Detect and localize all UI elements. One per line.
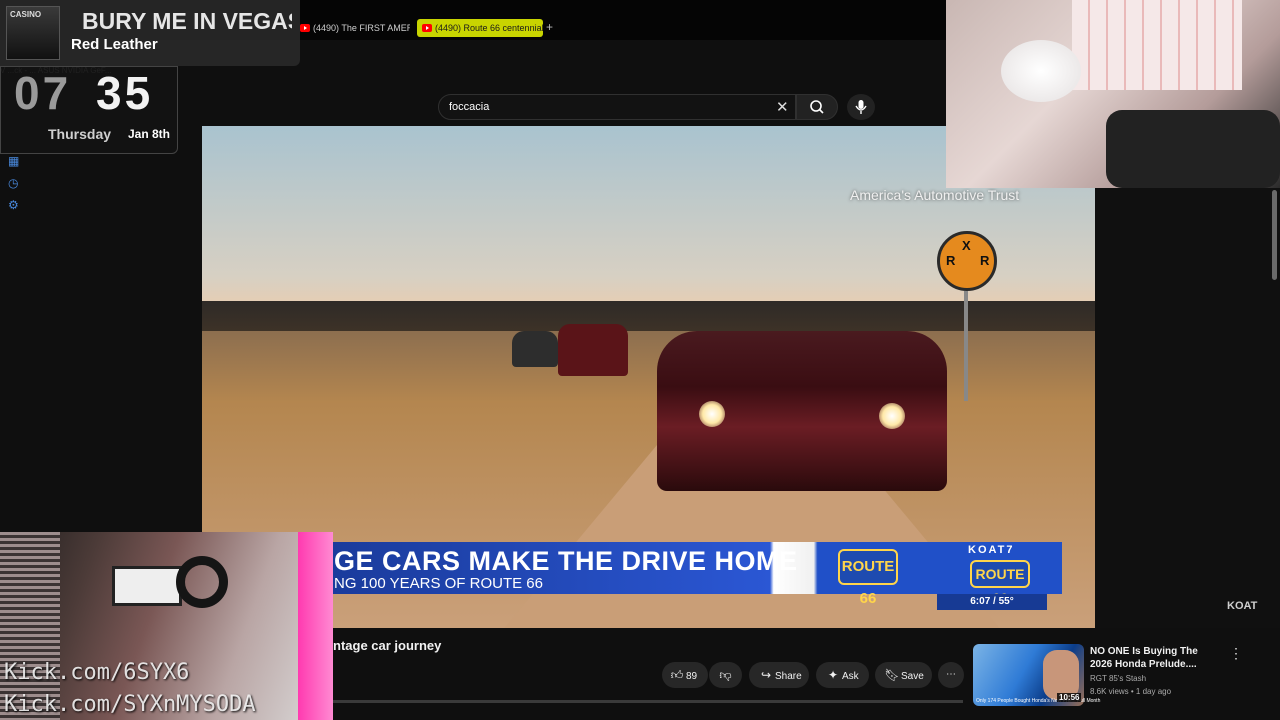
search-icon xyxy=(810,100,824,114)
tree-line xyxy=(202,301,1095,331)
more-menu-icon[interactable]: ⋮ xyxy=(1229,645,1243,662)
save-button[interactable]: 🔖︎Save xyxy=(875,662,932,688)
album-art: CASINO xyxy=(6,6,60,60)
webcam-overlay-bottom: Kick.com/6SYX6 Kick.com/SYXnMYSODA xyxy=(0,532,333,720)
search-button[interactable] xyxy=(796,94,838,120)
webcam-overlay-top xyxy=(946,0,1280,188)
car-mustang xyxy=(657,331,947,491)
dislike-button[interactable]: 👎︎ xyxy=(709,662,742,688)
like-button[interactable]: 👍︎ 89 xyxy=(662,662,708,688)
route66-logo: ROUTE 66 xyxy=(838,549,898,607)
clock-minutes: 35 xyxy=(96,67,154,119)
gear-icon[interactable]: ⚙ xyxy=(8,199,20,211)
headlight-left xyxy=(699,401,725,427)
youtube-icon xyxy=(300,24,310,32)
microphone-icon xyxy=(855,100,867,114)
pink-edge xyxy=(298,532,333,720)
container-lid xyxy=(1001,40,1081,102)
share-button[interactable]: ↪ Share xyxy=(749,662,809,688)
route66-logo-secondary: ROUTE 66 xyxy=(970,560,1030,606)
car-middle xyxy=(558,324,628,376)
steering-wheel xyxy=(176,556,228,608)
sign-post xyxy=(964,291,968,401)
clock-day: Thursday xyxy=(48,126,112,142)
video-title: ntage car journey xyxy=(333,638,442,653)
voice-search-button[interactable] xyxy=(847,94,875,120)
desk-pad xyxy=(1072,0,1242,90)
share-icon: ↪ xyxy=(760,668,772,682)
kick-link-1: Kick.com/6SYX6 xyxy=(4,660,190,685)
scrollbar[interactable] xyxy=(1272,190,1277,280)
station-bug: KOAT xyxy=(1227,600,1258,612)
ask-button[interactable]: ✦ Ask xyxy=(816,662,869,688)
more-actions-button[interactable]: ⋯ xyxy=(938,662,964,688)
headlight-right xyxy=(879,403,905,429)
side-panel xyxy=(1095,188,1280,628)
sparkle-icon: ✦ xyxy=(827,668,839,682)
desk-object xyxy=(1106,110,1280,188)
tab-first-american[interactable]: (4490) The FIRST AMERIC xyxy=(295,19,410,37)
recommended-meta: 8.6K views • 1 day ago xyxy=(1090,687,1172,696)
railroad-crossing-sign: R X R xyxy=(937,231,997,291)
monitor xyxy=(112,566,182,606)
thumbs-down-icon: 👎︎ xyxy=(719,668,732,682)
divider xyxy=(333,700,963,703)
car-far xyxy=(512,331,558,367)
bookmark-icon: 🔖︎ xyxy=(884,668,900,682)
video-watermark: America's Automotive Trust xyxy=(850,187,1020,203)
clear-search-icon[interactable]: ✕ xyxy=(776,98,789,116)
lower-third-subhead: NG 100 YEARS OF ROUTE 66 xyxy=(334,575,543,592)
kick-link-2: Kick.com/SYXnMYSODA xyxy=(4,692,256,717)
station-logo: KOAT7 xyxy=(968,544,1015,556)
song-title: BURY ME IN VEGAS xyxy=(82,8,292,34)
thumbnail-caption: Only 174 People Bought Honda's New Prel.… xyxy=(976,698,1101,704)
tab-route66-active[interactable]: (4490) Route 66 centennial xyxy=(417,19,543,37)
clock-date: Jan 8th xyxy=(128,127,171,141)
new-tab-button[interactable]: + xyxy=(546,20,553,34)
grid-icon[interactable]: ▦ xyxy=(8,155,20,167)
clock-hours: 07 xyxy=(14,67,72,119)
history-icon[interactable]: ◷ xyxy=(8,177,20,189)
lower-third-headline: GE CARS MAKE THE DRIVE HOME xyxy=(334,546,798,576)
video-player[interactable]: R X R America's Automotive Trust GE CARS… xyxy=(202,126,1095,628)
search-input[interactable]: foccacia xyxy=(438,94,796,120)
time-temperature: 6:07 / 55° xyxy=(937,594,1047,610)
youtube-icon xyxy=(422,24,432,32)
video-duration: 10:56 xyxy=(1057,693,1082,702)
song-artist: Red Leather xyxy=(71,36,158,53)
thumbs-up-icon: 👍︎ xyxy=(670,668,684,682)
recommended-channel[interactable]: RGT 85's Stash xyxy=(1090,674,1146,683)
recommended-title[interactable]: NO ONE Is Buying The 2026 Honda Prelude.… xyxy=(1090,645,1220,671)
